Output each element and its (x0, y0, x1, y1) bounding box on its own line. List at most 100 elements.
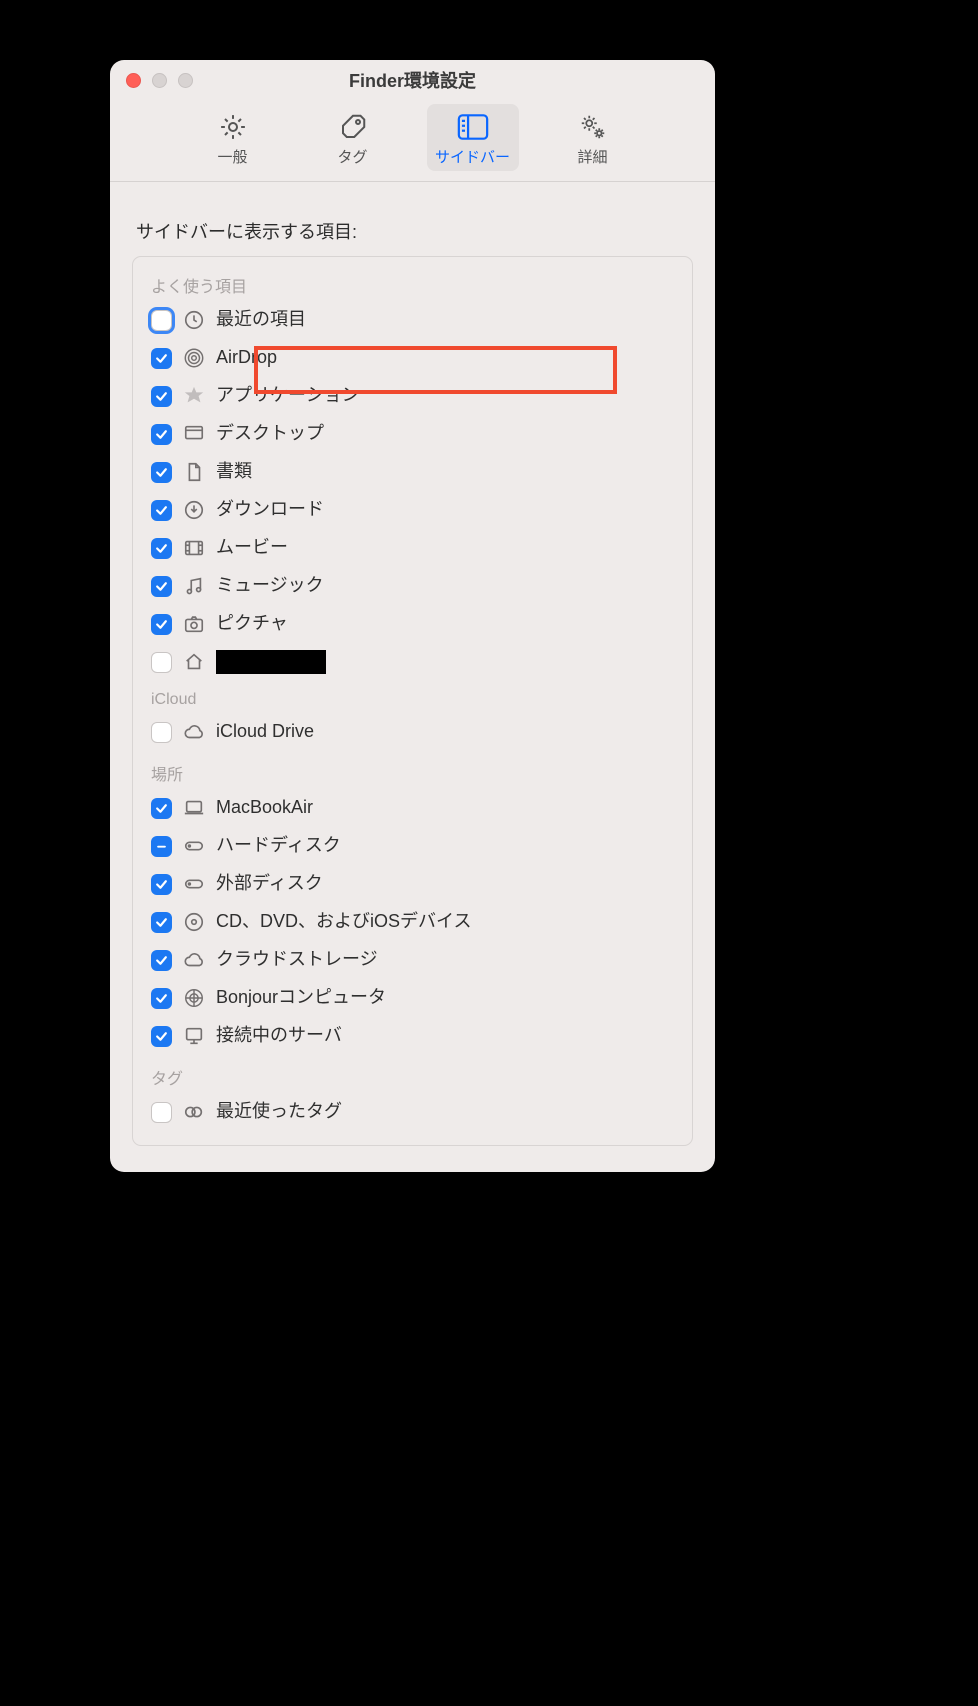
tab-sidebar-label: サイドバー (435, 146, 510, 167)
section-heading: サイドバーに表示する項目: (136, 218, 693, 244)
tag-icon (336, 110, 370, 144)
label-harddisks: ハードディスク (216, 836, 341, 856)
row-documents: 書類 (143, 453, 682, 491)
label-iclouddrive: iCloud Drive (216, 722, 314, 742)
label-recent: 最近の項目 (216, 310, 306, 330)
checkbox-harddisks[interactable] (151, 836, 172, 857)
tab-sidebar[interactable]: サイドバー (427, 104, 519, 171)
close-button[interactable] (126, 73, 141, 88)
row-desktop: デスクトップ (143, 415, 682, 453)
preferences-window: Finder環境設定 一般 タグ (110, 60, 715, 1172)
label-home-redacted (216, 650, 326, 674)
window-title: Finder環境設定 (110, 67, 715, 93)
checkbox-servers[interactable] (151, 1026, 172, 1047)
download-icon (182, 498, 206, 522)
group-icloud: iCloud (151, 691, 682, 709)
tab-tags-label: タグ (337, 146, 367, 167)
label-downloads: ダウンロード (216, 500, 324, 520)
zoom-button[interactable] (178, 73, 193, 88)
checkbox-opticals[interactable] (151, 912, 172, 933)
checkbox-applications[interactable] (151, 386, 172, 407)
tab-advanced-label: 詳細 (577, 146, 607, 167)
label-desktop: デスクトップ (216, 424, 324, 444)
label-movies: ムービー (216, 538, 288, 558)
tags-icon (182, 1100, 206, 1124)
label-recenttags: 最近使ったタグ (216, 1102, 342, 1122)
label-servers: 接続中のサーバ (216, 1026, 342, 1046)
label-airdrop: AirDrop (216, 348, 277, 368)
row-applications: アプリケーション (143, 377, 682, 415)
bonjour-icon (182, 986, 206, 1010)
group-favorites: よく使う項目 (151, 273, 682, 297)
music-icon (182, 574, 206, 598)
row-downloads: ダウンロード (143, 491, 682, 529)
group-locations: 場所 (151, 761, 682, 785)
row-recenttags: 最近使ったタグ (143, 1093, 682, 1131)
sidebar-items-panel: よく使う項目 最近の項目 AirDrop (132, 256, 693, 1146)
document-icon (182, 460, 206, 484)
checkbox-pictures[interactable] (151, 614, 172, 635)
traffic-lights (110, 73, 193, 88)
checkbox-thismac[interactable] (151, 798, 172, 819)
row-servers: 接続中のサーバ (143, 1017, 682, 1055)
checkbox-recent[interactable] (151, 310, 172, 331)
checkbox-documents[interactable] (151, 462, 172, 483)
tab-general[interactable]: 一般 (187, 104, 279, 171)
cloud-icon (182, 948, 206, 972)
camera-icon (182, 612, 206, 636)
checkbox-cloud[interactable] (151, 950, 172, 971)
content-area: サイドバーに表示する項目: よく使う項目 最近の項目 AirDrop (110, 182, 715, 1172)
disc-icon (182, 910, 206, 934)
checkbox-extdisks[interactable] (151, 874, 172, 895)
checkbox-downloads[interactable] (151, 500, 172, 521)
label-cloud: クラウドストレージ (216, 950, 378, 970)
row-iclouddrive: iCloud Drive (143, 713, 682, 751)
titlebar: Finder環境設定 (110, 60, 715, 100)
label-opticals: CD、DVD、およびiOSデバイス (216, 912, 471, 932)
label-documents: 書類 (216, 462, 252, 482)
row-cloud: クラウドストレージ (143, 941, 682, 979)
label-extdisks: 外部ディスク (216, 874, 323, 894)
tab-advanced[interactable]: 詳細 (547, 104, 639, 171)
cloud-icon (182, 720, 206, 744)
row-harddisks: ハードディスク (143, 827, 682, 865)
label-thismac: MacBookAir (216, 798, 313, 818)
checkbox-airdrop[interactable] (151, 348, 172, 369)
movie-icon (182, 536, 206, 560)
row-home (143, 643, 682, 681)
toolbar: 一般 タグ サイドバー (110, 100, 715, 182)
harddisk-icon (182, 834, 206, 858)
clock-icon (182, 308, 206, 332)
checkbox-bonjour[interactable] (151, 988, 172, 1009)
gear-icon (216, 110, 250, 144)
row-music: ミュージック (143, 567, 682, 605)
checkbox-iclouddrive[interactable] (151, 722, 172, 743)
row-bonjour: Bonjourコンピュータ (143, 979, 682, 1017)
checkbox-music[interactable] (151, 576, 172, 597)
home-icon (182, 650, 206, 674)
checkbox-home[interactable] (151, 652, 172, 673)
row-airdrop: AirDrop (143, 339, 682, 377)
label-pictures: ピクチャ (216, 614, 288, 634)
laptop-icon (182, 796, 206, 820)
row-extdisks: 外部ディスク (143, 865, 682, 903)
minimize-button[interactable] (152, 73, 167, 88)
row-movies: ムービー (143, 529, 682, 567)
gears-icon (576, 110, 610, 144)
checkbox-movies[interactable] (151, 538, 172, 559)
desktop-icon (182, 422, 206, 446)
external-disk-icon (182, 872, 206, 896)
row-thismac: MacBookAir (143, 789, 682, 827)
row-pictures: ピクチャ (143, 605, 682, 643)
label-applications: アプリケーション (216, 386, 360, 406)
label-music: ミュージック (216, 576, 324, 596)
checkbox-desktop[interactable] (151, 424, 172, 445)
tab-tags[interactable]: タグ (307, 104, 399, 171)
row-recent: 最近の項目 (143, 301, 682, 339)
checkbox-recenttags[interactable] (151, 1102, 172, 1123)
applications-icon (182, 384, 206, 408)
group-tags: タグ (151, 1065, 682, 1089)
airdrop-icon (182, 346, 206, 370)
tab-general-label: 一般 (217, 146, 247, 167)
label-bonjour: Bonjourコンピュータ (216, 988, 386, 1008)
